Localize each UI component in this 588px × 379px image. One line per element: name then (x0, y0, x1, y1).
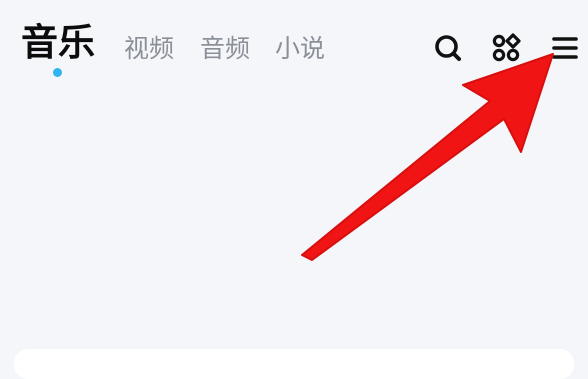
apps-button[interactable] (490, 32, 522, 64)
search-icon (435, 35, 461, 61)
active-tab-indicator (53, 68, 62, 77)
top-bar: 音乐 视频 音频 小说 (0, 0, 588, 90)
search-button[interactable] (432, 32, 464, 64)
menu-button[interactable] (550, 32, 582, 64)
content-card (14, 349, 574, 379)
apps-grid-icon (492, 33, 521, 62)
tab-music[interactable]: 音乐 (21, 24, 95, 61)
tab-novel[interactable]: 小说 (275, 36, 325, 61)
menu-icon (552, 37, 578, 59)
tab-audio[interactable]: 音频 (200, 36, 250, 61)
tab-video[interactable]: 视频 (124, 36, 174, 61)
